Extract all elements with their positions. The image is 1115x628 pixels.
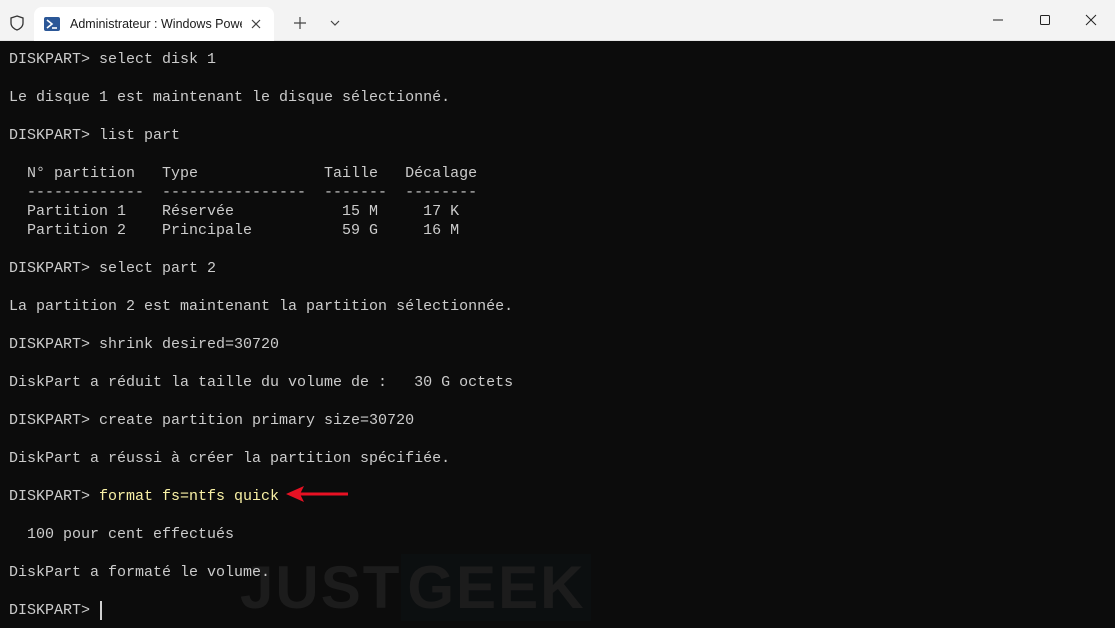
chevron-down-icon[interactable] (328, 16, 342, 30)
terminal-line: Partition 1 Réservée 15 M 17 K (9, 203, 460, 220)
terminal-line: DISKPART> select disk 1 (9, 51, 217, 68)
watermark-logo: JUST GEEK (240, 553, 592, 622)
terminal-line: DISKPART> shrink desired=30720 (9, 336, 280, 353)
plus-icon[interactable] (292, 15, 308, 31)
terminal-line: ------------- ---------------- ------- -… (9, 184, 478, 201)
maximize-icon[interactable] (1036, 11, 1054, 29)
minimize-icon[interactable] (989, 11, 1007, 29)
text-cursor (100, 601, 103, 620)
terminal-line: Partition 2 Principale 59 G 16 M (9, 222, 460, 239)
shield-icon (10, 15, 24, 31)
terminal-line: DISKPART> create partition primary size=… (9, 412, 415, 429)
terminal-area[interactable]: JUST GEEK DISKPART> select disk 1 Le disq… (0, 41, 1115, 628)
terminal-line: Le disque 1 est maintenant le disque sél… (9, 89, 451, 106)
highlighted-command: format fs=ntfs quick (99, 488, 280, 505)
close-icon[interactable] (247, 15, 265, 33)
title-bar: Administrateur : Windows PowerShell (0, 0, 1115, 41)
terminal-line: N° partition Type Taille Décalage (9, 165, 478, 182)
arrow-icon (286, 486, 348, 502)
tab-powershell[interactable]: Administrateur : Windows PowerShell (34, 7, 274, 41)
terminal-line: DiskPart a réussi à créer la partition s… (9, 450, 451, 467)
terminal-line-prompt[interactable]: DISKPART> (9, 601, 103, 620)
terminal-line: DISKPART> list part (9, 127, 181, 144)
terminal-line: 100 pour cent effectués (9, 526, 235, 543)
powershell-icon (44, 17, 60, 31)
terminal-line: DiskPart a réduit la taille du volume de… (9, 374, 514, 391)
terminal-line: DiskPart a formaté le volume. (9, 564, 271, 581)
terminal-line: DISKPART> select part 2 (9, 260, 217, 277)
prompt: DISKPART> (9, 488, 100, 505)
prompt: DISKPART> (9, 602, 100, 619)
tab-title: Administrateur : Windows PowerShell (70, 17, 242, 31)
close-window-icon[interactable] (1082, 11, 1100, 29)
terminal-line-format: DISKPART> format fs=ntfs quick (9, 487, 279, 506)
terminal-line: La partition 2 est maintenant la partiti… (9, 298, 514, 315)
